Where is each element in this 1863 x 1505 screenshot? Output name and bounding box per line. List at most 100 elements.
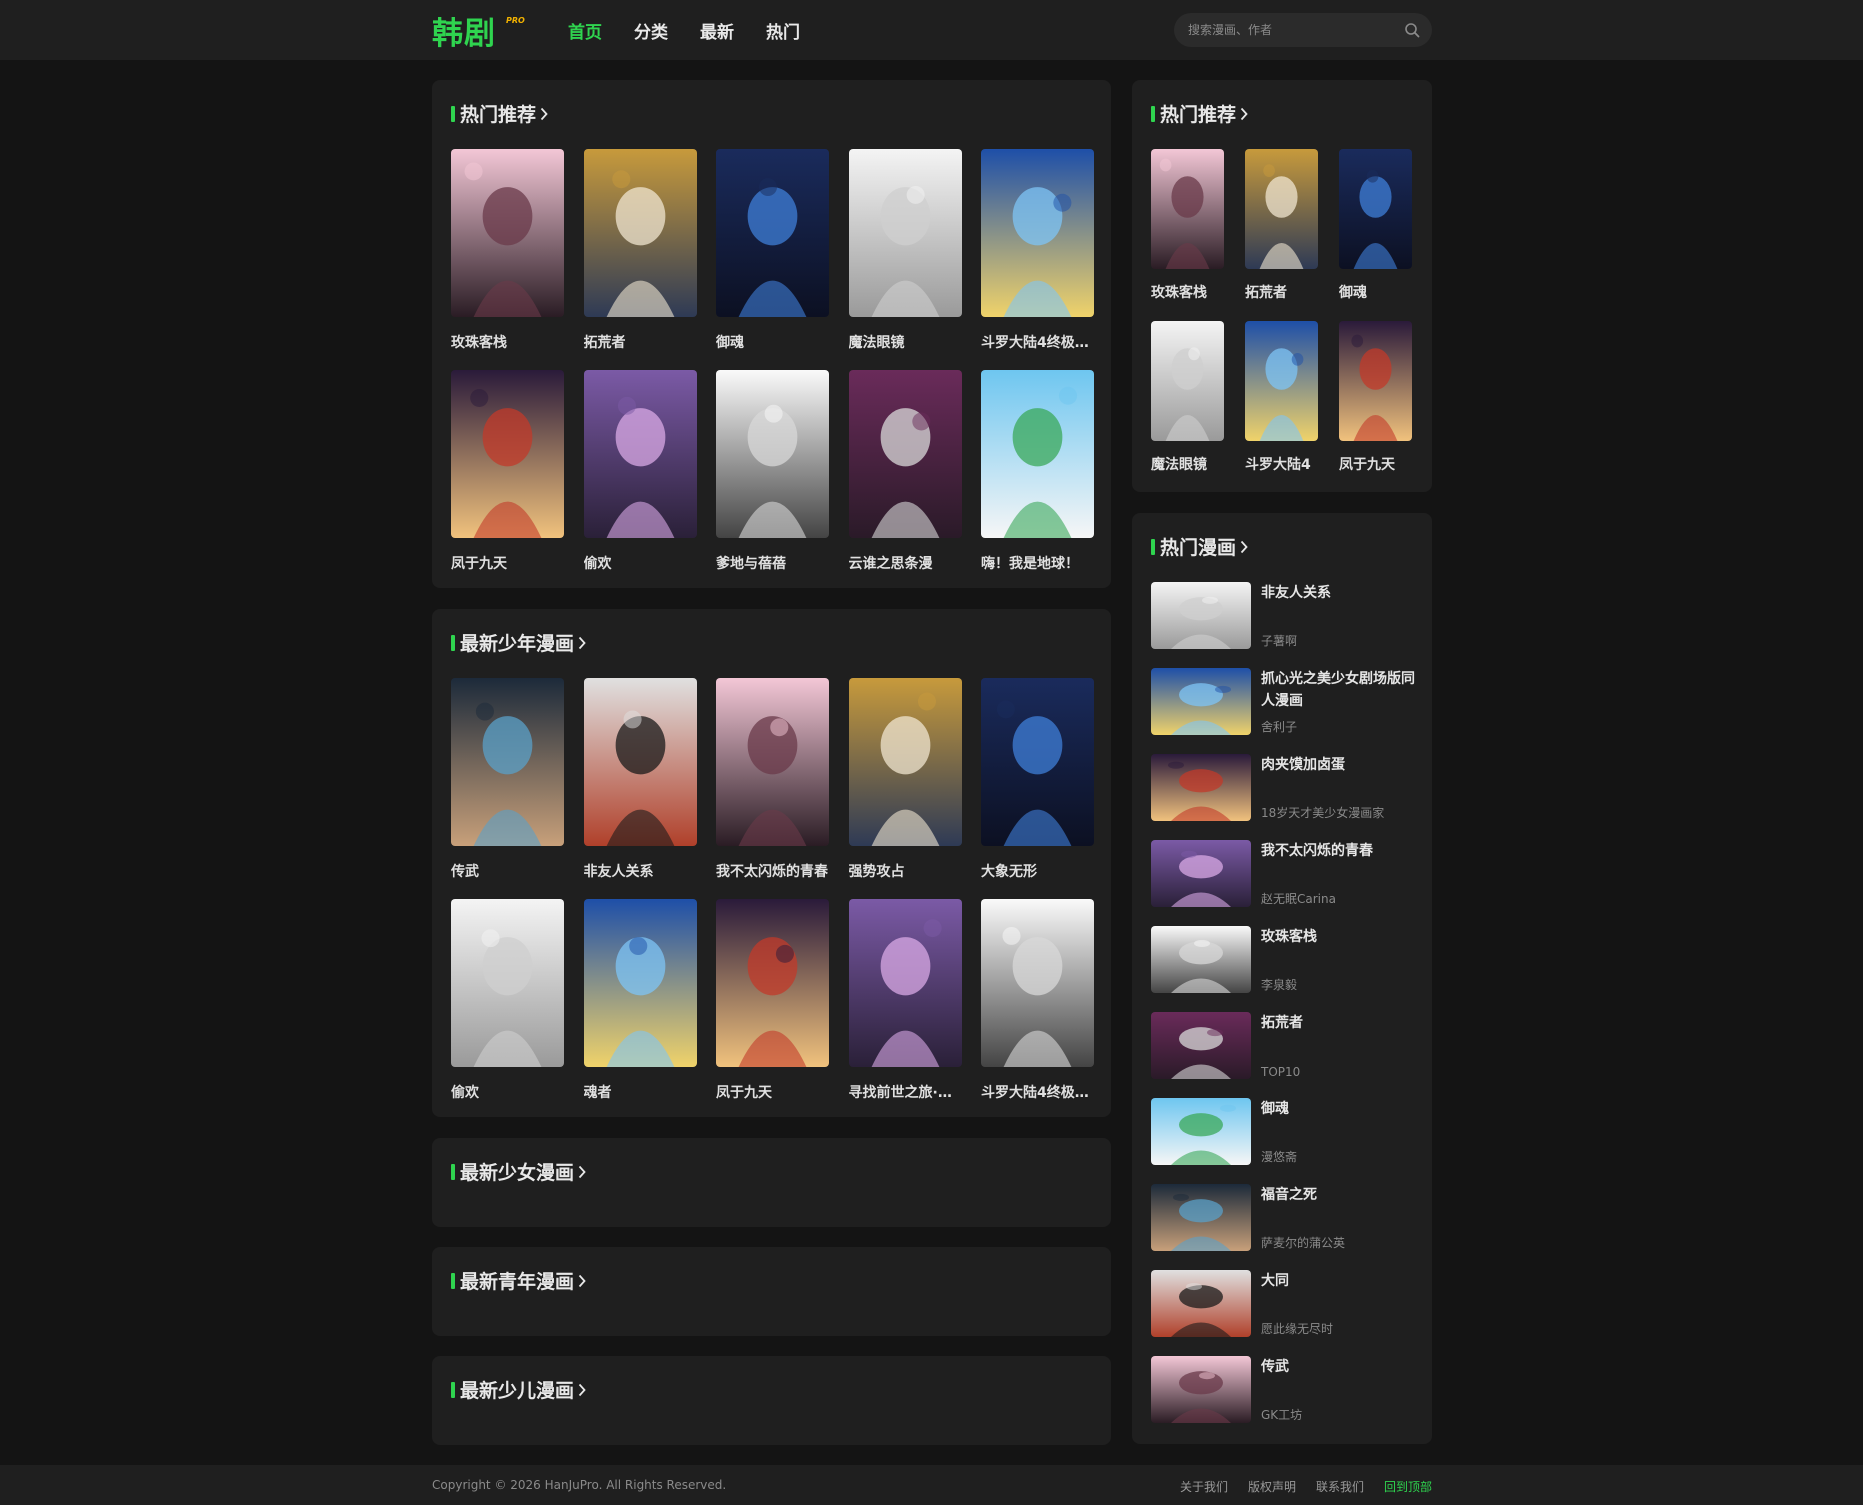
- back-to-top-link[interactable]: 回到顶部: [1384, 1478, 1432, 1495]
- comic-cover-image[interactable]: [848, 899, 962, 1067]
- nav-latest[interactable]: 最新: [700, 18, 734, 43]
- comic-title[interactable]: 强势攻占: [849, 861, 962, 881]
- comic-cover-image[interactable]: [716, 678, 829, 846]
- comic-title[interactable]: 魔法眼镜: [1151, 454, 1224, 474]
- comic-cover-image[interactable]: [1151, 149, 1224, 269]
- comic-cover-image[interactable]: [981, 370, 1094, 538]
- comic-title[interactable]: 御魂: [1261, 1098, 1421, 1120]
- comic-title[interactable]: 玫珠客栈: [1151, 282, 1224, 302]
- comic-title[interactable]: 拓荒者: [1261, 1012, 1421, 1034]
- comic-thumbnail[interactable]: [1151, 1356, 1251, 1423]
- footer-link-about[interactable]: 关于我们: [1180, 1478, 1228, 1495]
- comic-cover-image[interactable]: [716, 149, 829, 317]
- nav-hot[interactable]: 热门: [766, 18, 800, 43]
- comic-thumbnail[interactable]: [1151, 1012, 1251, 1079]
- footer-link-contact[interactable]: 联系我们: [1316, 1478, 1364, 1495]
- comic-title[interactable]: 传武: [451, 861, 564, 881]
- comic-thumbnail[interactable]: [1151, 1098, 1251, 1165]
- comic-title[interactable]: 偷欢: [584, 553, 697, 573]
- sidebar-hot-heading[interactable]: 热门推荐: [1151, 100, 1248, 127]
- comic-thumbnail[interactable]: [1151, 1270, 1251, 1337]
- comic-cover-image[interactable]: [848, 149, 962, 317]
- search-input[interactable]: [1188, 13, 1388, 47]
- popular-list-item[interactable]: 福音之死 萨麦尔的蒲公英: [1151, 1184, 1411, 1251]
- popular-list-item[interactable]: 肉夹馍加卤蛋 18岁天才美少女漫画家: [1151, 754, 1411, 821]
- shonen-heading[interactable]: 最新少年漫画: [451, 629, 586, 656]
- comic-title[interactable]: 玫珠客栈: [451, 332, 564, 352]
- site-logo[interactable]: 韩剧: [432, 8, 496, 53]
- comic-title[interactable]: 魔法眼镜: [849, 332, 962, 352]
- comic-title[interactable]: 大同: [1261, 1270, 1421, 1292]
- comic-title[interactable]: 斗罗大陆4终极斗罗: [981, 332, 1094, 352]
- comic-cover-image[interactable]: [451, 678, 564, 846]
- comic-title[interactable]: 非友人关系: [1261, 582, 1421, 604]
- comic-title[interactable]: 抓心光之美少女剧场版同人漫画: [1261, 668, 1421, 712]
- popular-list-item[interactable]: 抓心光之美少女剧场版同人漫画 舍利子: [1151, 668, 1415, 735]
- comic-title[interactable]: 非友人关系: [584, 861, 697, 881]
- comic-cover-image[interactable]: [848, 370, 962, 538]
- comic-title[interactable]: 传武: [1261, 1356, 1421, 1378]
- nav-home[interactable]: 首页: [568, 18, 602, 43]
- comic-title[interactable]: 凤于九天: [716, 1082, 829, 1102]
- comic-cover-image[interactable]: [716, 899, 829, 1067]
- popular-list-item[interactable]: 玫珠客栈 李泉毅: [1151, 926, 1411, 993]
- popular-list-item[interactable]: 御魂 漫悠斋: [1151, 1098, 1411, 1165]
- comic-title[interactable]: 凤于九天: [451, 553, 564, 573]
- comic-title[interactable]: 嗨！我是地球！: [981, 553, 1094, 573]
- comic-title[interactable]: 斗罗大陆4: [1245, 454, 1318, 474]
- comic-title[interactable]: 爹地与蓓蓓: [716, 553, 829, 573]
- seinen-heading[interactable]: 最新青年漫画: [451, 1267, 586, 1294]
- comic-cover-image[interactable]: [1339, 321, 1412, 441]
- comic-cover-image[interactable]: [451, 899, 564, 1067]
- comic-cover-image[interactable]: [583, 370, 697, 538]
- comic-title[interactable]: 御魂: [716, 332, 829, 352]
- shojo-heading[interactable]: 最新少女漫画: [451, 1158, 586, 1185]
- popular-list-item[interactable]: 非友人关系 子薯啊: [1151, 582, 1411, 649]
- comic-title[interactable]: 斗罗大陆4终极斗罗: [981, 1082, 1094, 1102]
- nav-categories[interactable]: 分类: [634, 18, 668, 43]
- comic-cover-image[interactable]: [583, 678, 697, 846]
- comic-title[interactable]: 玫珠客栈: [1261, 926, 1421, 948]
- comic-title[interactable]: 我不太闪烁的青春: [1261, 840, 1421, 862]
- comic-cover-image[interactable]: [451, 370, 564, 538]
- comic-thumbnail[interactable]: [1151, 582, 1251, 649]
- sidebar-popular-heading[interactable]: 热门漫画: [1151, 533, 1248, 560]
- comic-title[interactable]: 寻找前世之旅·第二季: [849, 1082, 962, 1102]
- comic-title[interactable]: 福音之死: [1261, 1184, 1421, 1206]
- comic-cover-image[interactable]: [716, 370, 829, 538]
- comic-thumbnail[interactable]: [1151, 926, 1251, 993]
- comic-cover-image[interactable]: [1245, 321, 1318, 441]
- comic-title[interactable]: 拓荒者: [1245, 282, 1318, 302]
- popular-list-item[interactable]: 拓荒者 TOP10: [1151, 1012, 1411, 1079]
- comic-cover-image[interactable]: [981, 899, 1094, 1067]
- comic-thumbnail[interactable]: [1151, 840, 1251, 907]
- comic-cover-image[interactable]: [1339, 149, 1412, 269]
- comic-title[interactable]: 肉夹馍加卤蛋: [1261, 754, 1421, 776]
- comic-cover-image[interactable]: [583, 149, 697, 317]
- comic-title[interactable]: 御魂: [1339, 282, 1412, 302]
- comic-title[interactable]: 我不太闪烁的青春: [716, 861, 829, 881]
- comic-cover-image[interactable]: [981, 678, 1094, 846]
- comic-cover-image[interactable]: [583, 899, 697, 1067]
- comic-title[interactable]: 大象无形: [981, 861, 1094, 881]
- comic-cover-image[interactable]: [1151, 321, 1224, 441]
- comic-cover-image[interactable]: [981, 149, 1094, 317]
- comic-cover-image[interactable]: [848, 678, 962, 846]
- popular-list-item[interactable]: 传武 GK工坊: [1151, 1356, 1411, 1423]
- comic-title[interactable]: 偷欢: [451, 1082, 564, 1102]
- popular-list-item[interactable]: 我不太闪烁的青春 赵无眠Carina: [1151, 840, 1411, 907]
- search-icon[interactable]: [1404, 22, 1420, 38]
- popular-list-item[interactable]: 大同 愿此缘无尽时: [1151, 1270, 1411, 1337]
- comic-title[interactable]: 拓荒者: [584, 332, 697, 352]
- comic-cover-image[interactable]: [451, 149, 564, 317]
- comic-title[interactable]: 云谁之思条漫: [849, 553, 962, 573]
- comic-title[interactable]: 魂者: [584, 1082, 697, 1102]
- comic-cover-image[interactable]: [1245, 149, 1318, 269]
- kids-heading[interactable]: 最新少儿漫画: [451, 1376, 586, 1403]
- comic-thumbnail[interactable]: [1151, 1184, 1251, 1251]
- comic-thumbnail[interactable]: [1151, 754, 1251, 821]
- comic-thumbnail[interactable]: [1151, 668, 1251, 735]
- hot-recommend-heading[interactable]: 热门推荐: [451, 100, 548, 127]
- footer-link-copyright[interactable]: 版权声明: [1248, 1478, 1296, 1495]
- comic-title[interactable]: 凤于九天: [1339, 454, 1412, 474]
